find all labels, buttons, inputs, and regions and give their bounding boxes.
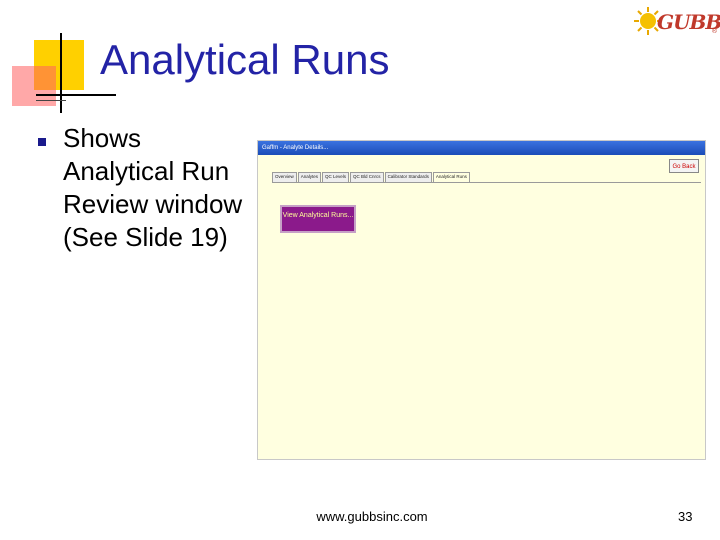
window-title: Gaffm - Analyte Details... (258, 141, 705, 155)
bullet-icon (38, 138, 46, 146)
tab-bar: Overview Analytes QC Levels QC Bld Cnrcs… (272, 172, 471, 182)
logo-text: GUBBS (657, 10, 720, 34)
tab-analytical-runs[interactable]: Analytical Runs (432, 172, 470, 182)
embedded-app-screenshot: Gaffm - Analyte Details... Go Back Overv… (257, 140, 706, 460)
gubbs-logo: GUBBS ® (633, 4, 720, 38)
decor-vertical-line (60, 33, 62, 113)
tab-analytes[interactable]: Analytes (297, 172, 322, 182)
tab-divider (272, 182, 701, 183)
bullet-item: Shows Analytical Run Review window (See … (63, 123, 243, 252)
view-analytical-runs-button[interactable]: View Analytical Runs... (280, 205, 356, 233)
registered-mark: ® (711, 28, 717, 35)
decor-horizontal-line-short (36, 100, 66, 101)
tab-qc-levels[interactable]: QC Levels (322, 172, 350, 182)
go-back-button[interactable]: Go Back (669, 159, 699, 173)
tab-overview[interactable]: Overview (272, 172, 297, 182)
decor-horizontal-line (36, 94, 116, 96)
tab-qc-bld-cnrcs[interactable]: QC Bld Cnrcs (350, 172, 384, 182)
page-number: 33 (678, 509, 693, 524)
footer-url: www.gubbsinc.com (316, 509, 428, 524)
slide-title: Analytical Runs (100, 36, 390, 83)
tab-calibrator-standards[interactable]: Calibrator Standards (384, 172, 432, 182)
